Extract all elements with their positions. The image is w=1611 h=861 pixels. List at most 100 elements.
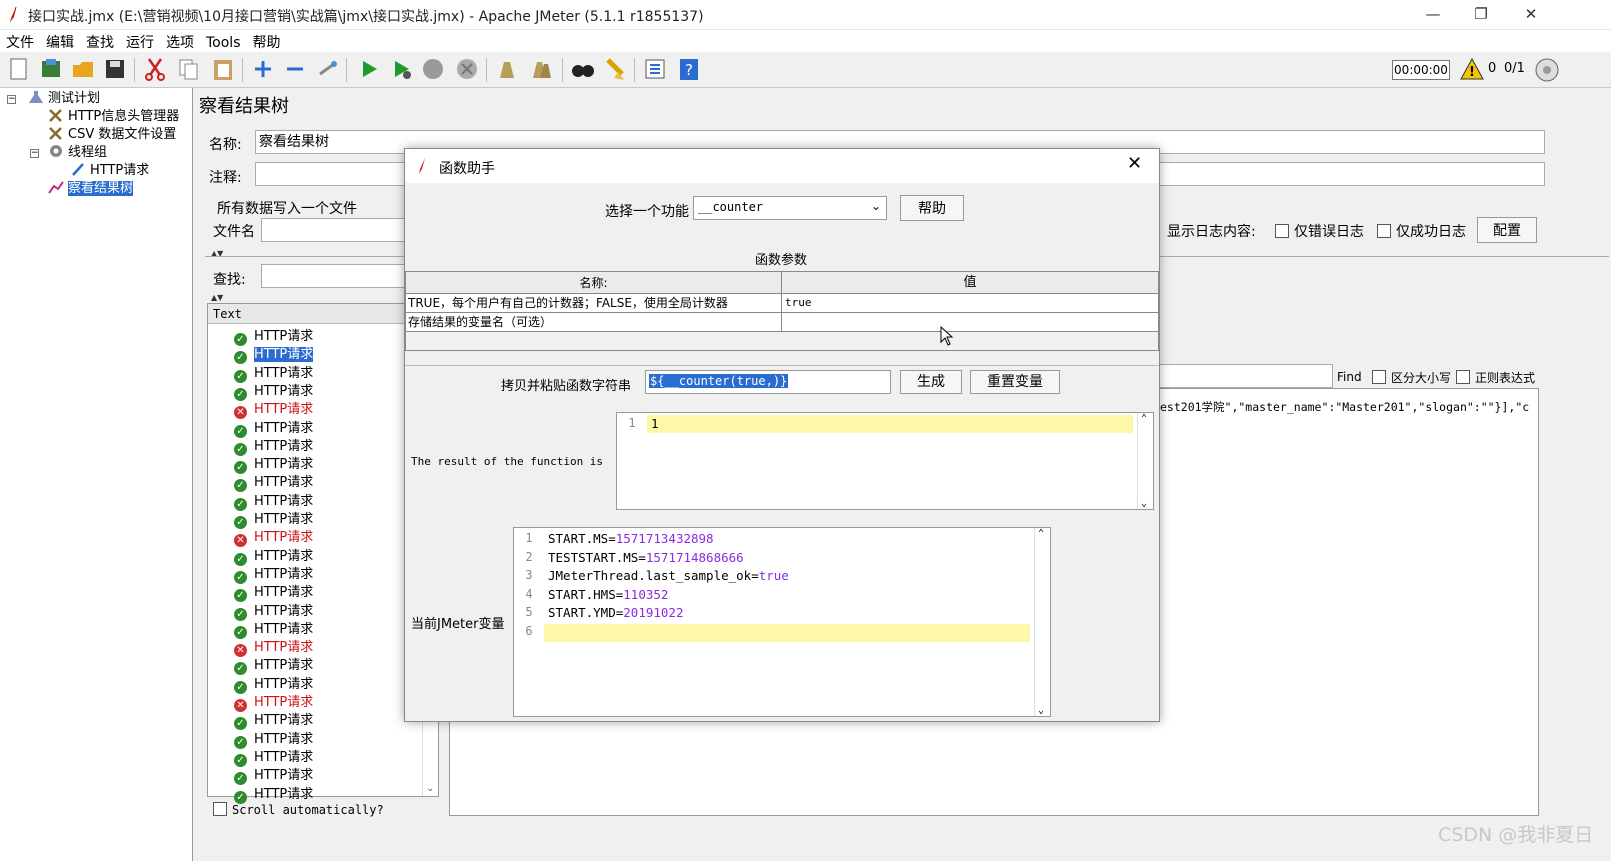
success-icon: ✓ <box>234 772 247 786</box>
list-item[interactable]: ✓ HTTP请求 <box>234 438 313 456</box>
param-value[interactable]: true <box>783 294 812 312</box>
table-row[interactable]: TRUE，每个用户有自己的计数器；FALSE，使用全局计数器 true <box>406 294 1158 313</box>
stop-icon[interactable] <box>420 56 446 82</box>
templates-icon[interactable] <box>38 56 64 82</box>
help-button[interactable]: 帮助 <box>900 195 964 221</box>
save-icon[interactable] <box>102 56 128 82</box>
tree-item-label: HTTP请求 <box>90 163 150 178</box>
list-item[interactable]: ✓ HTTP请求 <box>234 420 313 438</box>
clear-all-icon[interactable] <box>528 56 554 82</box>
start-icon[interactable] <box>356 56 382 82</box>
name-value: 察看结果树 <box>259 134 329 150</box>
dialog-close-icon[interactable]: ✕ <box>1127 153 1142 174</box>
tree-item-http-request[interactable]: HTTP请求 <box>70 162 149 180</box>
function-string-input[interactable]: ${__counter(true,)} <box>645 370 891 394</box>
list-item[interactable]: ✓ HTTP请求 <box>234 767 313 786</box>
list-item[interactable]: ✓ HTTP请求 <box>234 712 313 731</box>
select-function-label: 选择一个功能 <box>605 204 689 220</box>
start-no-pause-icon[interactable] <box>388 56 414 82</box>
list-item[interactable]: ✓ HTTP请求 <box>234 456 313 475</box>
list-item[interactable]: ✓ HTTP请求 <box>234 566 313 584</box>
open-icon[interactable] <box>70 56 96 82</box>
splitter-arrows[interactable]: ▲▼ <box>211 293 223 302</box>
list-item[interactable]: ✕ HTTP请求 <box>234 529 313 548</box>
jmeter-variables-area[interactable]: 1 START.MS=1571713432898 2 TESTSTART.MS=157… <box>513 527 1051 717</box>
tree-item-test-plan[interactable]: 测试计划 <box>28 90 100 108</box>
list-item[interactable]: ✓ HTTP请求 <box>234 365 313 383</box>
list-item[interactable]: ✓ HTTP请求 <box>234 657 313 676</box>
tree-item-csv-config[interactable]: CSV 数据文件设置 <box>48 126 176 144</box>
function-select[interactable]: __counter ⌄ <box>693 196 887 220</box>
generate-button[interactable]: 生成 <box>900 370 962 394</box>
list-item[interactable]: ✓ HTTP请求 <box>234 786 313 804</box>
list-item[interactable]: ✕ HTTP请求 <box>234 639 313 658</box>
regex-checkbox[interactable]: 正则表达式 <box>1456 369 1535 386</box>
tree-collapse-toggle[interactable]: − <box>7 95 16 104</box>
result-label: HTTP请求 <box>254 512 314 527</box>
clear-icon[interactable] <box>494 56 520 82</box>
list-item[interactable]: ✓ HTTP请求 <box>234 383 313 401</box>
name-label: 名称: <box>209 137 242 153</box>
search-icon[interactable] <box>570 56 596 82</box>
list-item[interactable]: ✓ HTTP请求 <box>234 676 313 694</box>
list-item[interactable]: ✓ HTTP请求 <box>234 474 313 493</box>
expand-icon[interactable] <box>250 56 276 82</box>
list-item[interactable]: ✓ HTTP请求 <box>234 603 313 621</box>
new-icon[interactable] <box>6 56 32 82</box>
list-item[interactable]: ✓ HTTP请求 <box>234 346 314 365</box>
list-item[interactable]: ✓ HTTP请求 <box>234 749 313 767</box>
tree-collapse-toggle[interactable]: − <box>30 149 39 158</box>
warning-icon[interactable]: ! <box>1460 57 1484 84</box>
list-item[interactable]: ✓ HTTP请求 <box>234 328 313 346</box>
menu-search[interactable]: 查找 <box>80 30 120 52</box>
menu-file[interactable]: 文件 <box>0 30 40 52</box>
maximize-button[interactable]: ❐ <box>1458 0 1504 30</box>
menu-options[interactable]: 选项 <box>160 30 200 52</box>
reset-search-icon[interactable] <box>602 56 628 82</box>
toggle-icon[interactable] <box>314 56 340 82</box>
collapse-icon[interactable] <box>282 56 308 82</box>
function-result-area[interactable]: 1 1 ⌃ ⌄ <box>616 412 1154 510</box>
tree-item-view-results-tree[interactable]: 察看结果树 <box>48 180 134 198</box>
result-scrollbar[interactable]: ⌃ ⌄ <box>1137 413 1153 509</box>
errors-only-checkbox[interactable]: 仅错误日志 <box>1275 221 1364 241</box>
shutdown-icon[interactable] <box>454 56 480 82</box>
menu-help[interactable]: 帮助 <box>247 30 287 52</box>
file-input[interactable] <box>261 218 411 242</box>
success-only-checkbox[interactable]: 仅成功日志 <box>1377 221 1466 241</box>
search-input[interactable] <box>261 264 411 288</box>
list-item[interactable]: ✕ HTTP请求 <box>234 694 313 712</box>
tree-item-header-manager[interactable]: HTTP信息头管理器 <box>48 108 179 126</box>
success-icon: ✓ <box>234 461 247 475</box>
window-titlebar: 接口实战.jmx (E:\营销视频\10月接口营销\实战篇\jmx\接口实战.j… <box>0 0 1611 30</box>
list-item[interactable]: ✓ HTTP请求 <box>234 731 313 749</box>
list-item[interactable]: ✓ HTTP请求 <box>234 548 313 566</box>
list-item[interactable]: ✓ HTTP请求 <box>234 621 313 639</box>
vars-scrollbar[interactable]: ⌃ ⌄ <box>1034 528 1050 716</box>
menu-run[interactable]: 运行 <box>120 30 160 52</box>
param-name: TRUE，每个用户有自己的计数器；FALSE，使用全局计数器 <box>406 294 782 312</box>
menu-edit[interactable]: 编辑 <box>40 30 80 52</box>
find-input[interactable] <box>1159 364 1333 388</box>
list-item[interactable]: ✓ HTTP请求 <box>234 584 313 603</box>
config-button[interactable]: 配置 <box>1477 217 1537 243</box>
list-item[interactable]: ✓ HTTP请求 <box>234 493 313 511</box>
close-button[interactable]: ✕ <box>1508 0 1554 30</box>
wrench-icon <box>48 108 64 122</box>
list-item[interactable]: ✕ HTTP请求 <box>234 401 313 420</box>
cut-icon[interactable] <box>142 56 168 82</box>
list-item[interactable]: ✓ HTTP请求 <box>234 511 313 529</box>
case-sensitive-checkbox[interactable]: 区分大小写 <box>1372 369 1451 386</box>
paste-icon[interactable] <box>210 56 236 82</box>
tree-item-thread-group[interactable]: 线程组 <box>48 144 107 162</box>
help-icon[interactable]: ? <box>676 56 702 82</box>
function-helper-dialog: 函数助手 ✕ 选择一个功能 __counter ⌄ 帮助 函数参数 名称: 值 … <box>404 148 1160 722</box>
warning-count: 0 <box>1488 61 1497 76</box>
function-helper-icon[interactable] <box>642 56 668 82</box>
reset-variables-button[interactable]: 重置变量 <box>970 370 1060 394</box>
table-row[interactable]: 存储结果的变量名（可选） <box>406 313 1158 332</box>
copy-icon[interactable] <box>176 56 202 82</box>
scroll-auto-checkbox[interactable]: Scroll automatically? <box>213 802 384 817</box>
minimize-button[interactable]: — <box>1410 0 1456 30</box>
menu-tools[interactable]: Tools <box>200 33 247 51</box>
